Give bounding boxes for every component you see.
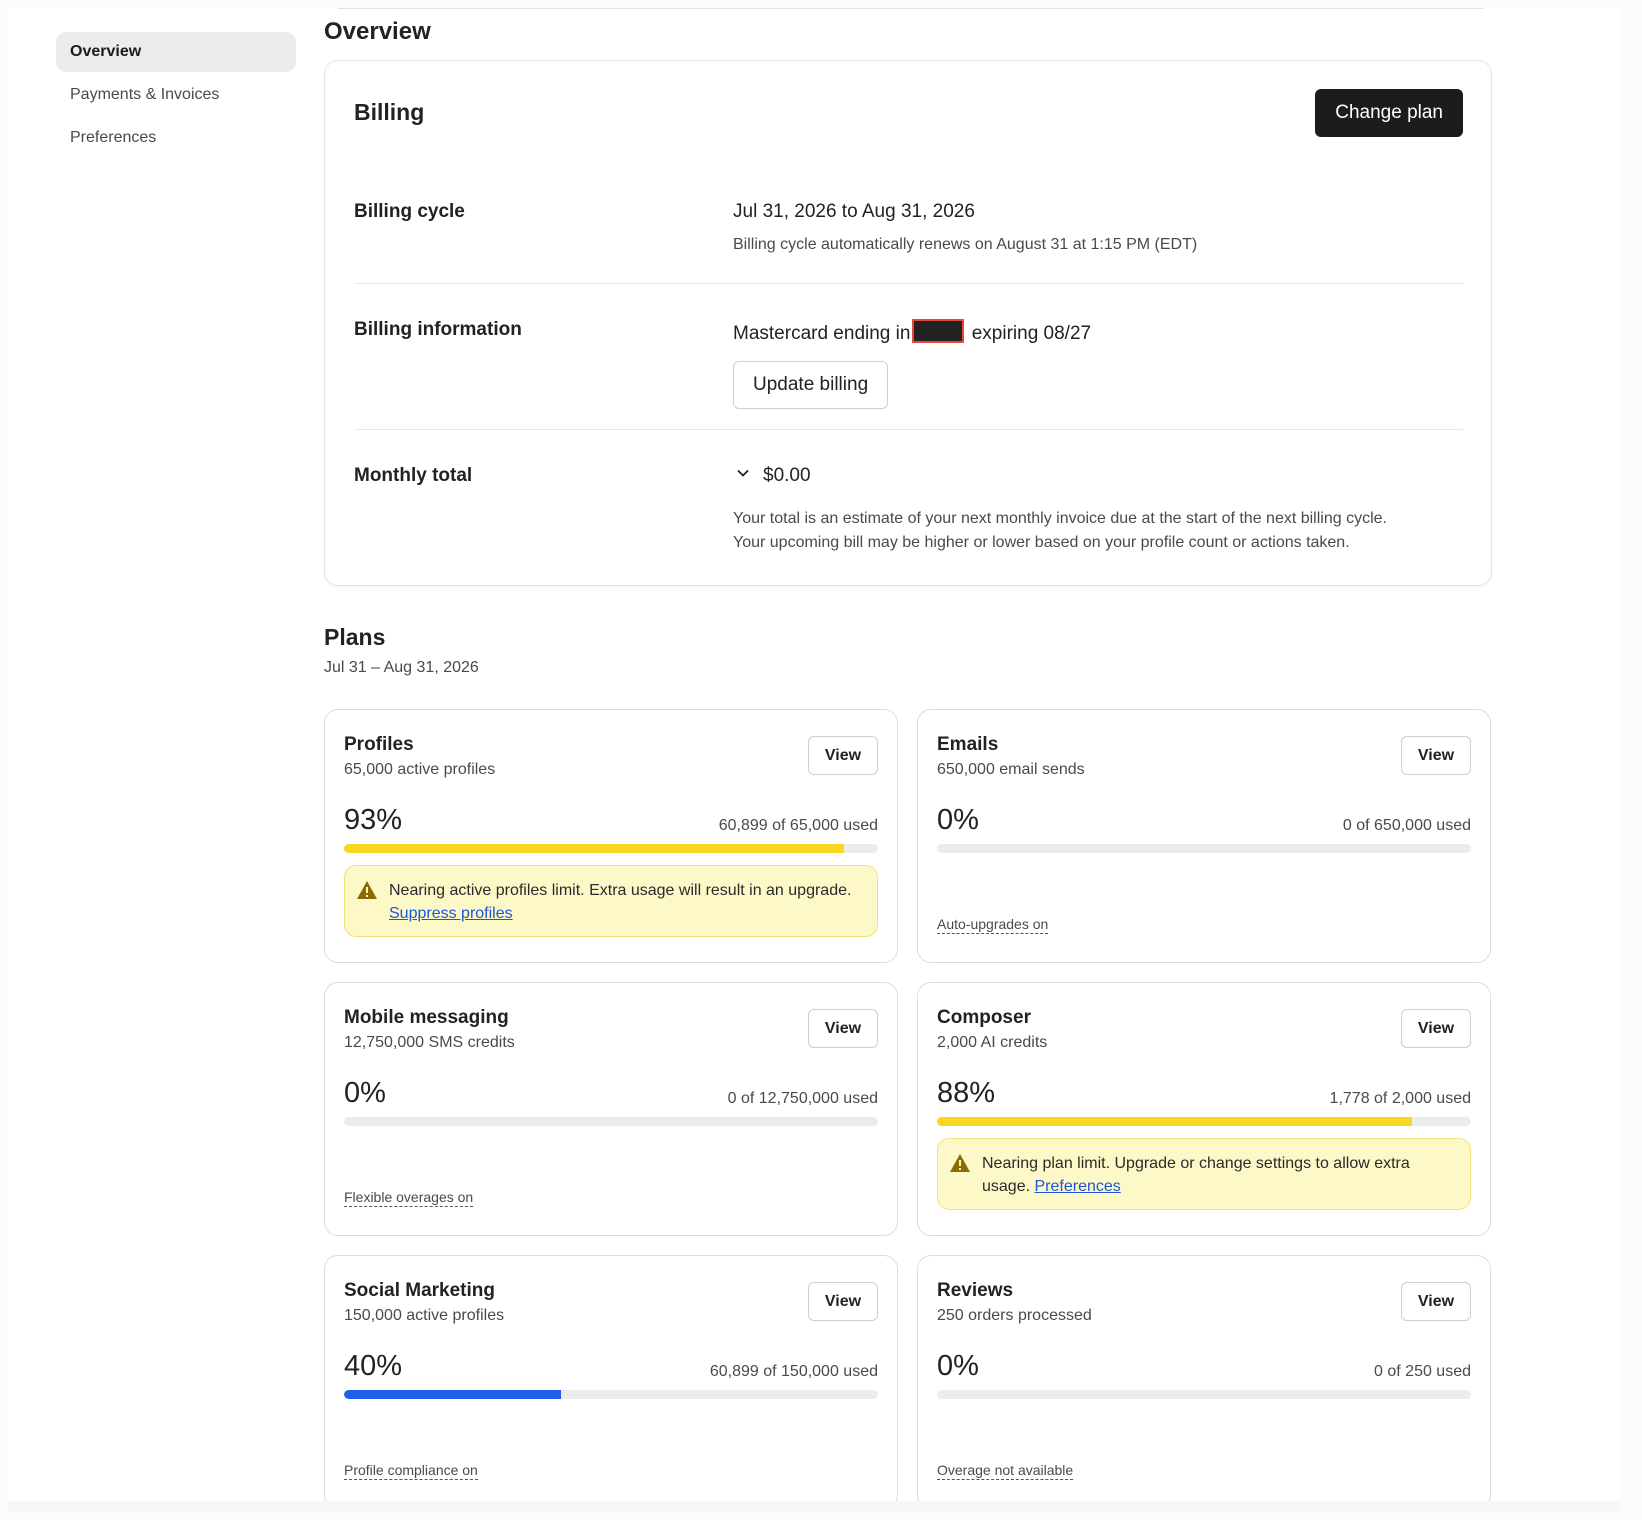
plan-subtitle: 2,000 AI credits (937, 1034, 1048, 1051)
usage-progress-fill (344, 1390, 561, 1399)
flexible-overages-setting[interactable]: Flexible overages on (344, 1189, 474, 1207)
usage-percent: 0% (344, 1077, 386, 1109)
usage-count: 60,899 of 150,000 used (709, 1363, 878, 1380)
billing-information-label: Billing information (354, 319, 522, 340)
plan-card-composer: Composer 2,000 AI credits View 88% 1,778… (917, 982, 1491, 1236)
auto-upgrades-setting[interactable]: Auto-upgrades on (937, 916, 1049, 934)
usage-progress-bar (937, 1390, 1471, 1399)
usage-count: 1,778 of 2,000 used (1329, 1090, 1471, 1107)
usage-progress-bar (344, 844, 878, 853)
monthly-total-label: Monthly total (354, 465, 473, 486)
profile-compliance-setting[interactable]: Profile compliance on (344, 1462, 478, 1480)
usage-progress-fill (937, 1117, 1412, 1126)
billing-cycle-value: Jul 31, 2026 to Aug 31, 2026 (733, 201, 975, 222)
change-plan-button[interactable]: Change plan (1315, 89, 1463, 137)
usage-progress-bar (344, 1390, 878, 1399)
view-button[interactable]: View (808, 1282, 878, 1321)
billing-title: Billing (354, 99, 425, 125)
plan-name: Composer (937, 1007, 1031, 1028)
page-title: Overview (324, 18, 431, 45)
plan-card-social-marketing: Social Marketing 150,000 active profiles… (324, 1255, 898, 1509)
usage-percent: 93% (344, 804, 403, 836)
billing-divider-2 (354, 429, 1463, 430)
monthly-total-note: Your total is an estimate of your next m… (733, 507, 1387, 555)
plan-subtitle: 250 orders processed (937, 1307, 1092, 1324)
preferences-link[interactable]: Preferences (1035, 1178, 1121, 1195)
plan-card-reviews: Reviews 250 orders processed View 0% 0 o… (917, 1255, 1491, 1509)
monthly-total-note-line-1: Your total is an estimate of your next m… (733, 510, 1387, 527)
plan-card-mobile-messaging: Mobile messaging 12,750,000 SMS credits … (324, 982, 898, 1236)
plan-name: Profiles (344, 734, 414, 755)
usage-percent: 0% (937, 1350, 979, 1382)
chevron-down-icon[interactable] (737, 467, 749, 479)
usage-progress-bar (344, 1117, 878, 1126)
usage-progress-fill (344, 844, 845, 853)
usage-count: 0 of 250 used (1374, 1363, 1471, 1380)
sidebar-item-overview[interactable]: Overview (56, 32, 296, 72)
plan-name: Social Marketing (344, 1280, 495, 1301)
limit-warning: Nearing plan limit. Upgrade or change se… (937, 1138, 1471, 1210)
plan-subtitle: 150,000 active profiles (344, 1307, 505, 1324)
suppress-profiles-link[interactable]: Suppress profiles (389, 905, 513, 922)
sidebar-item-preferences[interactable]: Preferences (56, 118, 296, 158)
update-billing-button[interactable]: Update billing (733, 361, 889, 409)
usage-count: 0 of 12,750,000 used (727, 1090, 878, 1107)
plan-subtitle: 650,000 email sends (937, 761, 1085, 778)
plan-name: Mobile messaging (344, 1007, 509, 1028)
usage-progress-bar (937, 844, 1471, 853)
card-prefix-text: Mastercard ending in (733, 323, 911, 344)
plans-date-range: Jul 31 – Aug 31, 2026 (324, 659, 479, 676)
top-divider (338, 8, 1484, 9)
usage-percent: 40% (344, 1350, 403, 1382)
view-button[interactable]: View (808, 1009, 878, 1048)
plans-title: Plans (324, 624, 386, 650)
bottom-scroll-strip (8, 1501, 1620, 1511)
limit-warning: Nearing active profiles limit. Extra usa… (344, 865, 878, 937)
card-expiry-text: expiring 08/27 (971, 323, 1092, 344)
billing-divider-1 (354, 283, 1463, 284)
view-button[interactable]: View (1401, 736, 1471, 775)
usage-count: 0 of 650,000 used (1342, 817, 1471, 834)
usage-progress-bar (937, 1117, 1471, 1126)
plan-subtitle: 12,750,000 SMS credits (344, 1034, 515, 1051)
monthly-total-note-line-2: Your upcoming bill may be higher or lowe… (733, 534, 1350, 551)
sidebar-item-payments-invoices[interactable]: Payments & Invoices (56, 75, 296, 115)
plan-card-emails: Emails 650,000 email sends View 0% 0 of … (917, 709, 1491, 963)
billing-card-summary: Mastercard ending in expiring 08/27 (733, 319, 1091, 345)
monthly-total-toggle[interactable]: $0.00 (737, 465, 811, 487)
view-button[interactable]: View (1401, 1282, 1471, 1321)
redacted-card-digits (912, 319, 965, 343)
plan-name: Emails (937, 734, 999, 755)
warning-text: Nearing active profiles limit. Extra usa… (389, 882, 852, 899)
usage-percent: 0% (937, 804, 979, 836)
plan-name: Reviews (937, 1280, 1014, 1301)
overage-not-available-setting[interactable]: Overage not available (937, 1462, 1074, 1480)
plan-card-profiles: Profiles 65,000 active profiles View 93%… (324, 709, 898, 963)
warning-triangle-icon (950, 1154, 970, 1172)
usage-count: 60,899 of 65,000 used (718, 817, 878, 834)
billing-card: Billing Change plan Billing cycle Jul 31… (324, 60, 1492, 586)
monthly-total-amount: $0.00 (763, 465, 811, 486)
view-button[interactable]: View (808, 736, 878, 775)
sidebar-nav: Overview Payments & Invoices Preferences (56, 32, 296, 161)
plan-subtitle: 65,000 active profiles (344, 761, 496, 778)
page-canvas: Overview Payments & Invoices Preferences… (8, 8, 1620, 1511)
usage-percent: 88% (937, 1077, 996, 1109)
billing-cycle-note: Billing cycle automatically renews on Au… (733, 236, 1198, 253)
billing-cycle-label: Billing cycle (354, 201, 465, 222)
warning-triangle-icon (357, 881, 377, 899)
view-button[interactable]: View (1401, 1009, 1471, 1048)
